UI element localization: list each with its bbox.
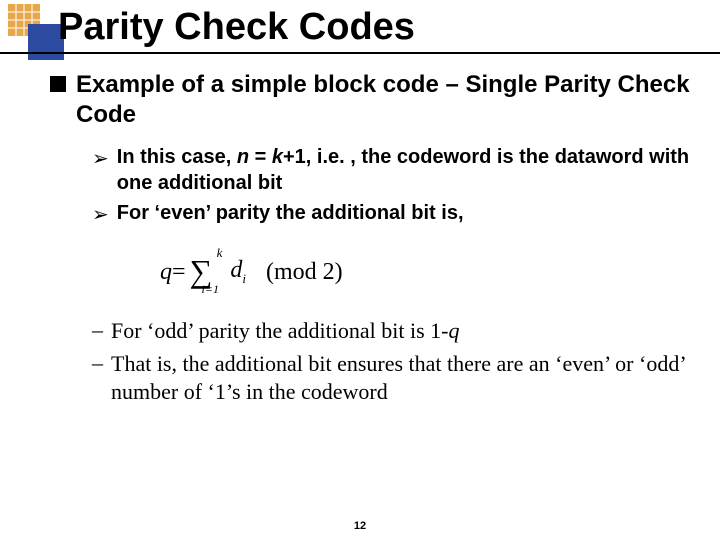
slide-content: Example of a simple block code – Single … (50, 70, 690, 411)
dash-icon: – (92, 317, 103, 343)
title-underline (0, 52, 720, 54)
arrow-bullet-list: ➢ In this case, n = k+1, i.e. , the code… (92, 144, 690, 227)
arrow-bullet-text: In this case, n = k+1, i.e. , the codewo… (117, 144, 690, 196)
slide-title: Parity Check Codes (58, 6, 415, 49)
dash-bullet-text: That is, the additional bit ensures that… (111, 350, 690, 407)
dash-icon: – (92, 350, 103, 376)
dash-bullet-text: For ‘odd’ parity the additional bit is 1… (111, 317, 459, 346)
formula: q = ∑ k i=1 di (mod 2) (160, 255, 690, 289)
square-bullet-icon (50, 76, 66, 92)
arrow-bullet-item: ➢ In this case, n = k+1, i.e. , the code… (92, 144, 690, 196)
arrow-bullet-text: For ‘even’ parity the additional bit is, (117, 200, 464, 226)
page-number: 12 (0, 520, 720, 532)
main-bullet-text: Example of a simple block code – Single … (76, 70, 690, 130)
arrow-icon: ➢ (92, 202, 109, 227)
dash-bullet-list: – For ‘odd’ parity the additional bit is… (92, 317, 690, 407)
dash-bullet-item: – For ‘odd’ parity the additional bit is… (92, 317, 690, 346)
arrow-bullet-item: ➢ For ‘even’ parity the additional bit i… (92, 200, 690, 227)
arrow-icon: ➢ (92, 146, 109, 171)
main-bullet: Example of a simple block code – Single … (50, 70, 690, 130)
dash-bullet-item: – That is, the additional bit ensures th… (92, 350, 690, 407)
